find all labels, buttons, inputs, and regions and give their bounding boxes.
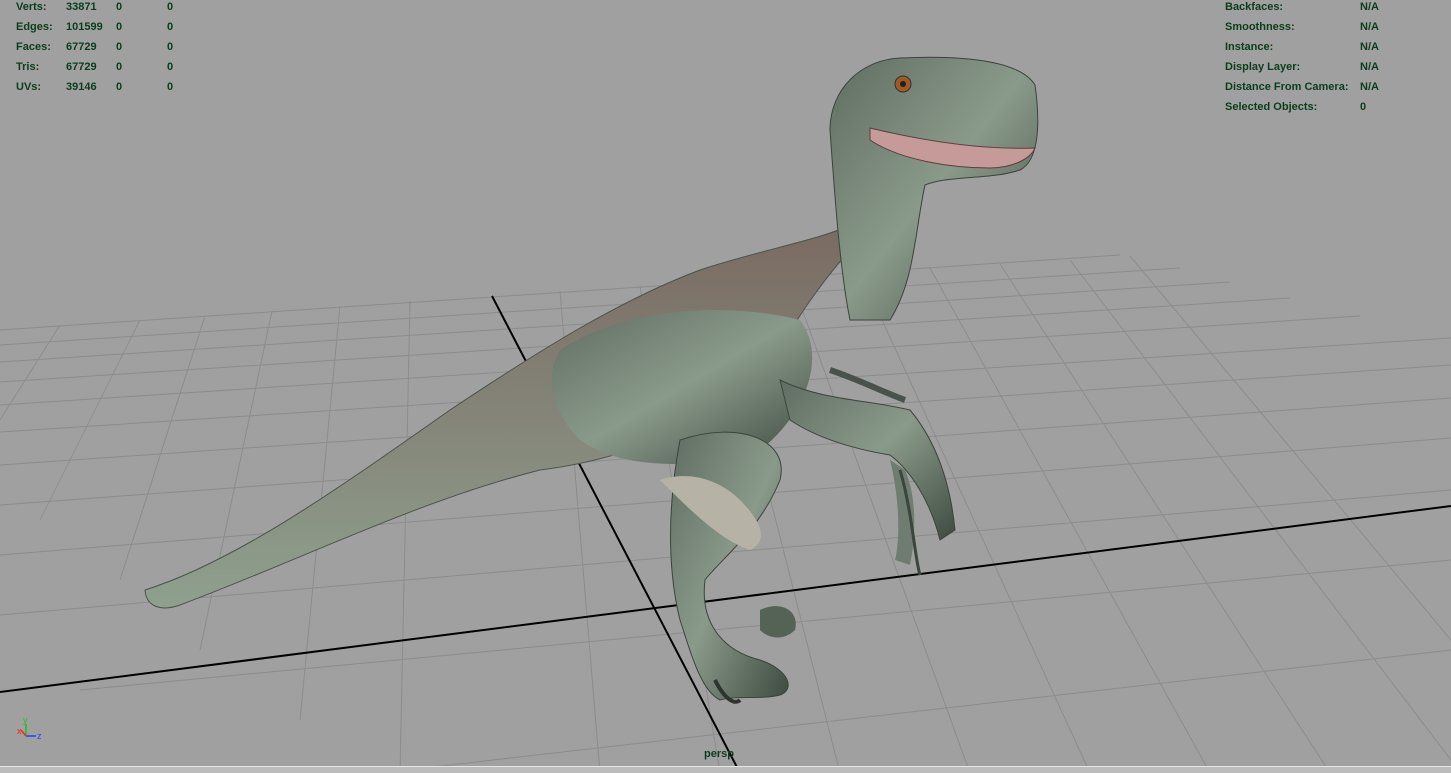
stat-count: 67729: [66, 61, 97, 73]
info-label: Instance:: [1225, 41, 1274, 53]
info-label: Display Layer:: [1225, 61, 1301, 73]
stat-label: UVs:: [16, 81, 42, 93]
view-axis-gizmo-icon: y x z: [17, 715, 42, 741]
axis-z-label: z: [37, 731, 42, 741]
stat-count: 67729: [66, 41, 97, 53]
stat-count: 39146: [66, 81, 97, 93]
raptor-model[interactable]: [144, 56, 1039, 704]
stat-label: Edges:: [16, 21, 53, 33]
stat-count: 33871: [66, 1, 97, 13]
info-row: Distance From Camera: N/A: [1225, 77, 1400, 97]
info-label: Distance From Camera:: [1225, 81, 1349, 93]
info-row: Backfaces: N/A: [1225, 0, 1400, 17]
info-value: N/A: [1360, 21, 1379, 33]
stat-row: Faces: 67729 0 0: [16, 37, 187, 57]
stat-selected: 0: [116, 61, 123, 73]
stat-count: 101599: [66, 21, 103, 33]
stat-other: 0: [167, 1, 174, 13]
info-row: Selected Objects: 0: [1225, 97, 1400, 117]
stat-row: UVs: 39146 0 0: [16, 77, 187, 97]
poly-count-hud: Verts: 33871 0 0 Edges: 101599 0 0 Faces: 67729 0 0…: [16, 0, 187, 97]
info-value: N/A: [1360, 61, 1379, 73]
viewport-bottom-border: [0, 766, 1451, 773]
info-row: Display Layer: N/A: [1225, 57, 1400, 77]
stat-other: 0: [167, 21, 174, 33]
stat-other: 0: [167, 81, 174, 93]
stat-row: Edges: 101599 0 0: [16, 17, 187, 37]
info-label: Smoothness:: [1225, 21, 1295, 33]
axis-x-label: x: [17, 726, 22, 736]
info-value: N/A: [1360, 81, 1379, 93]
info-label: Backfaces:: [1225, 1, 1284, 13]
stat-other: 0: [167, 41, 174, 53]
stat-label: Tris:: [16, 61, 40, 73]
stat-selected: 0: [116, 1, 123, 13]
info-row: Instance: N/A: [1225, 37, 1400, 57]
info-value: 0: [1360, 101, 1367, 113]
stat-selected: 0: [116, 81, 123, 93]
stat-row: Verts: 33871 0 0: [16, 0, 187, 17]
stat-other: 0: [167, 61, 174, 73]
axis-y-label: y: [23, 715, 28, 725]
info-label: Selected Objects:: [1225, 101, 1318, 113]
info-row: Smoothness: N/A: [1225, 17, 1400, 37]
object-info-hud: Backfaces: N/A Smoothness: N/A Instance: N/A D…: [1225, 0, 1400, 117]
3d-viewport[interactable]: Verts: 33871 0 0 Edges: 101599 0 0 Faces: 67729 0 0…: [0, 0, 1451, 773]
stat-row: Tris: 67729 0 0: [16, 57, 187, 77]
stat-selected: 0: [116, 41, 123, 53]
stat-selected: 0: [116, 21, 123, 33]
info-value: N/A: [1360, 41, 1379, 53]
camera-name-label: persp: [704, 748, 734, 760]
stat-label: Verts:: [16, 1, 47, 13]
stat-label: Faces:: [16, 41, 51, 53]
info-value: N/A: [1360, 1, 1379, 13]
